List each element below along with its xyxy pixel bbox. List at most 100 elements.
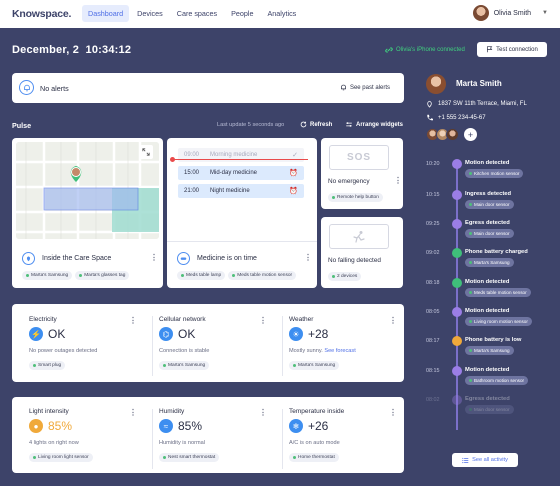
profile-avatar[interactable] xyxy=(426,74,446,94)
user-avatar xyxy=(472,5,489,21)
timeline-time: 10:20 xyxy=(426,161,440,167)
electricity-label: Electricity xyxy=(29,316,57,323)
link-icon xyxy=(385,47,393,53)
location-title: Inside the Care Space xyxy=(42,255,112,262)
location-icon xyxy=(22,252,35,265)
device-tag[interactable]: Home thermostat xyxy=(289,453,339,462)
map-view[interactable] xyxy=(16,142,159,239)
more-options-icon[interactable]: ⋮ xyxy=(304,253,312,262)
timeline-dot xyxy=(452,219,462,229)
nav-devices[interactable]: Devices xyxy=(131,5,169,22)
light-sub: 4 lights on right now xyxy=(29,440,79,446)
device-tag[interactable]: Marta's Samsung xyxy=(22,271,73,280)
more-options-icon[interactable]: ⋮ xyxy=(389,408,397,417)
device-tag[interactable]: Marta's Samsung xyxy=(289,361,340,370)
more-options-icon[interactable]: ⋮ xyxy=(129,316,137,325)
divider xyxy=(152,316,153,376)
device-tag[interactable]: Marta's glasses tag xyxy=(75,271,130,280)
sliders-icon xyxy=(346,122,352,127)
see-past-alerts-button[interactable]: See past alerts xyxy=(340,84,390,91)
flag-icon xyxy=(487,46,493,53)
temperature-value: ❄ +26 xyxy=(289,419,328,433)
arrange-widgets-label: Arrange widgets xyxy=(356,121,404,128)
more-options-icon[interactable]: ⋮ xyxy=(150,253,158,262)
more-options-icon[interactable]: ⋮ xyxy=(259,316,267,325)
divider xyxy=(282,409,283,469)
electricity-value: ⚡ OK xyxy=(29,327,65,341)
timeline-tag[interactable]: Marta's Samsung xyxy=(465,258,514,267)
timeline-tag[interactable]: Kitchen motion sensor xyxy=(465,169,524,178)
sos-card[interactable]: SOS No emergency ⋮ Remote help button xyxy=(321,138,403,209)
add-contact-button[interactable]: + xyxy=(464,128,477,141)
sos-indicator: SOS xyxy=(329,145,389,170)
nav-people[interactable]: People xyxy=(225,5,259,22)
refresh-button[interactable]: Refresh xyxy=(300,121,332,128)
device-tag[interactable]: Marta's Samsung xyxy=(159,361,210,370)
profile-phone: +1 555 234-45-67 xyxy=(426,114,486,121)
timeline-time: 08:02 xyxy=(426,397,440,403)
timeline-tag[interactable]: Main door sensor xyxy=(465,200,514,209)
timeline-time: 08:17 xyxy=(426,338,440,344)
timeline-time: 08:05 xyxy=(426,309,440,315)
temperature-sub: A/C is on auto mode xyxy=(289,440,340,446)
location-tags: Marta's Samsung Marta's glasses tag xyxy=(22,271,130,280)
more-options-icon[interactable]: ⋮ xyxy=(394,176,402,185)
more-options-icon[interactable]: ⋮ xyxy=(389,316,397,325)
alerts-status: No alerts xyxy=(40,84,69,93)
electricity-sub: No power outages detected xyxy=(29,348,98,354)
device-tag[interactable]: Remote help button xyxy=(328,193,383,202)
check-icon: ✓ xyxy=(292,152,298,159)
lightbulb-icon: ● xyxy=(29,419,43,433)
contact-avatar[interactable] xyxy=(446,128,459,141)
nav-care-spaces[interactable]: Care spaces xyxy=(171,5,223,22)
medicine-row[interactable]: 15:00 Mid-day medicine ⏰ xyxy=(178,166,304,180)
device-tag[interactable]: Living room light sensor xyxy=(29,453,93,462)
device-tag[interactable]: 2 devices xyxy=(328,272,362,281)
see-all-activity-button[interactable]: See all activity xyxy=(452,453,518,467)
see-all-activity-label: See all activity xyxy=(472,457,508,463)
pill-icon xyxy=(177,252,190,265)
medicine-row[interactable]: 21:00 Night medicine ⏰ xyxy=(178,184,304,198)
timeline-tag[interactable]: Meds table motion sensor xyxy=(465,288,531,297)
timeline-tag[interactable]: Bathroom motion sensor xyxy=(465,376,529,385)
cellular-label: Cellular network xyxy=(159,316,206,323)
top-bar: Knowspace. Dashboard Devices Care spaces… xyxy=(0,0,560,28)
timeline-tag[interactable]: Living room motion sensor xyxy=(465,317,532,326)
timeline-title: Egress detected xyxy=(465,396,510,402)
more-options-icon[interactable]: ⋮ xyxy=(259,408,267,417)
timeline-tag[interactable]: Marta's Samsung xyxy=(465,346,514,355)
light-label: Light intensity xyxy=(29,408,69,415)
sun-icon: ☀ xyxy=(289,327,303,341)
main-nav: Dashboard Devices Care spaces People Ana… xyxy=(82,5,302,22)
timeline-dot xyxy=(452,248,462,258)
alerts-bar: No alerts See past alerts xyxy=(12,73,404,103)
location-card[interactable]: Inside the Care Space ⋮ Marta's Samsung … xyxy=(12,138,163,288)
nav-analytics[interactable]: Analytics xyxy=(262,5,303,22)
divider xyxy=(152,409,153,469)
device-tag[interactable]: Meds table motion sensor xyxy=(228,271,297,280)
current-time: 10:34:12 xyxy=(85,44,132,56)
see-forecast-link[interactable]: See forecast xyxy=(324,348,355,354)
last-update: Last update 5 seconds ago xyxy=(217,122,285,128)
expand-map-button[interactable] xyxy=(139,145,153,159)
timeline-time: 08:18 xyxy=(426,280,440,286)
timeline-tag[interactable]: Main door sensor xyxy=(465,229,514,238)
fall-detection-card[interactable]: No falling detected 2 devices xyxy=(321,217,403,288)
device-tag[interactable]: Nest smart thermostat xyxy=(159,453,220,462)
arrange-widgets-button[interactable]: Arrange widgets xyxy=(345,121,403,128)
more-options-icon[interactable]: ⋮ xyxy=(129,408,137,417)
nav-dashboard[interactable]: Dashboard xyxy=(82,5,130,22)
medicine-card[interactable]: 09:00 Morning medicine ✓ 15:00 Mid-day med… xyxy=(167,138,317,288)
device-tag[interactable]: Smart plug xyxy=(29,361,66,370)
test-connection-button[interactable]: Test connection xyxy=(477,42,547,57)
device-tag[interactable]: Meds table lamp xyxy=(177,271,226,280)
timeline-tag[interactable]: Main door sensor xyxy=(465,405,514,414)
alarm-icon: ⏰ xyxy=(289,170,298,177)
phone-status: Olivia's iPhone connected xyxy=(385,46,465,54)
timeline-title: Phone battery is low xyxy=(465,337,522,343)
app-logo[interactable]: Knowspace. xyxy=(12,8,71,20)
current-time-marker xyxy=(171,159,308,160)
user-menu[interactable]: Olivia Smith ▼ xyxy=(472,5,548,21)
timeline-title: Phone battery charged xyxy=(465,249,528,255)
fall-indicator xyxy=(329,224,389,249)
